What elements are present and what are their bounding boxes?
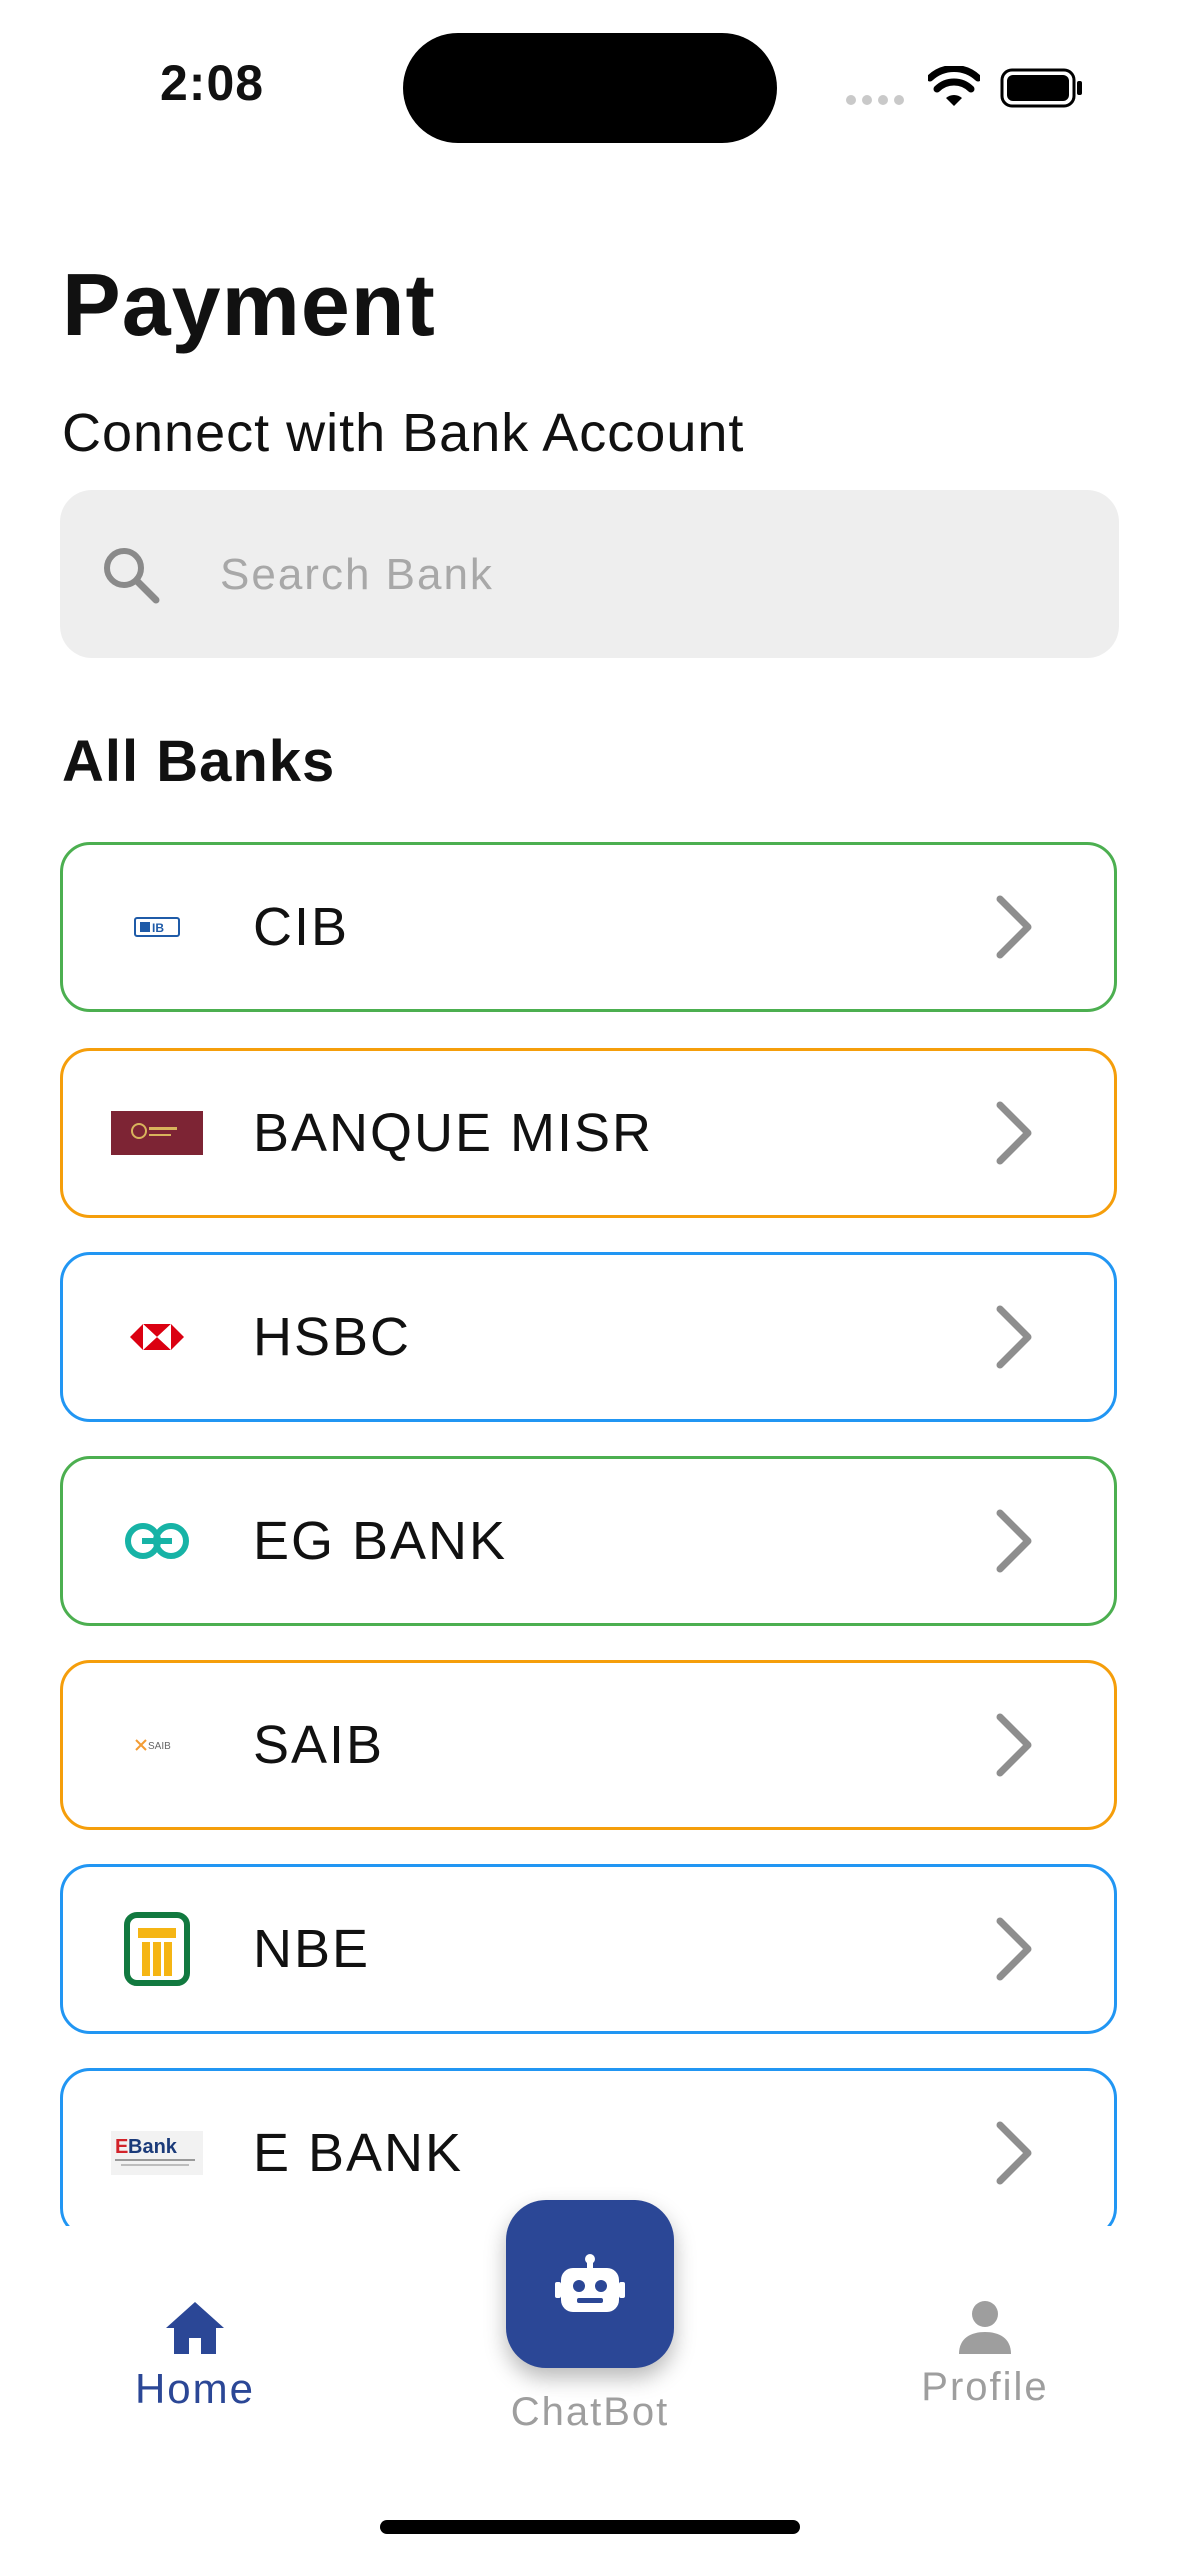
bank-card-hsbc[interactable]: HSBC: [60, 1252, 1117, 1422]
chevron-right-icon: [996, 895, 1032, 959]
person-icon: [959, 2301, 1011, 2354]
nav-chatbot[interactable]: ChatBot: [480, 2390, 700, 2435]
bank-card-nbe[interactable]: NBE: [60, 1864, 1117, 2034]
chevron-right-icon: [996, 1713, 1032, 1777]
svg-text:E: E: [115, 2136, 128, 2158]
nav-home[interactable]: Home: [120, 2300, 270, 2413]
eg-bank-logo: [111, 1504, 203, 1578]
bank-name: SAIB: [253, 1715, 385, 1775]
bank-name: E BANK: [253, 2123, 464, 2183]
nav-chatbot-label: ChatBot: [510, 2390, 670, 2434]
bank-card-cib[interactable]: IB CIB: [60, 842, 1117, 1012]
hsbc-logo: [111, 1300, 203, 1374]
svg-text:IB: IB: [152, 921, 164, 935]
chevron-right-icon: [996, 1509, 1032, 1573]
bank-name: EG BANK: [253, 1511, 508, 1571]
chevron-right-icon: [996, 1101, 1032, 1165]
bank-card-saib[interactable]: SAIB SAIB: [60, 1660, 1117, 1830]
robot-icon: [555, 2254, 625, 2312]
bank-name: HSBC: [253, 1307, 412, 1367]
nav-home-label: Home: [134, 2365, 256, 2412]
nav-profile[interactable]: Profile: [905, 2300, 1065, 2410]
nbe-logo: [111, 1912, 203, 1986]
bank-card-eg-bank[interactable]: EG BANK: [60, 1456, 1117, 1626]
bank-name: NBE: [253, 1919, 371, 1979]
bank-name: CIB: [253, 897, 350, 957]
bank-list[interactable]: IB CIB BANQUE MISR HSBC EG BANK SAIB SAI…: [0, 0, 1179, 2226]
banque-misr-logo: [111, 1096, 203, 1170]
bank-card-banque-misr[interactable]: BANQUE MISR: [60, 1048, 1117, 1218]
bank-name: BANQUE MISR: [253, 1103, 654, 1163]
saib-logo: SAIB: [111, 1708, 203, 1782]
nav-profile-label: Profile: [921, 2365, 1049, 2409]
chatbot-button[interactable]: [506, 2200, 674, 2368]
ebank-logo: E Bank: [111, 2116, 203, 2190]
cib-logo: IB: [111, 890, 203, 964]
svg-text:Bank: Bank: [128, 2136, 178, 2158]
chevron-right-icon: [996, 2121, 1032, 2185]
chevron-right-icon: [996, 1305, 1032, 1369]
home-icon: [166, 2302, 224, 2354]
svg-text:SAIB: SAIB: [148, 1741, 171, 1752]
chevron-right-icon: [996, 1917, 1032, 1981]
home-indicator: [380, 2520, 800, 2534]
